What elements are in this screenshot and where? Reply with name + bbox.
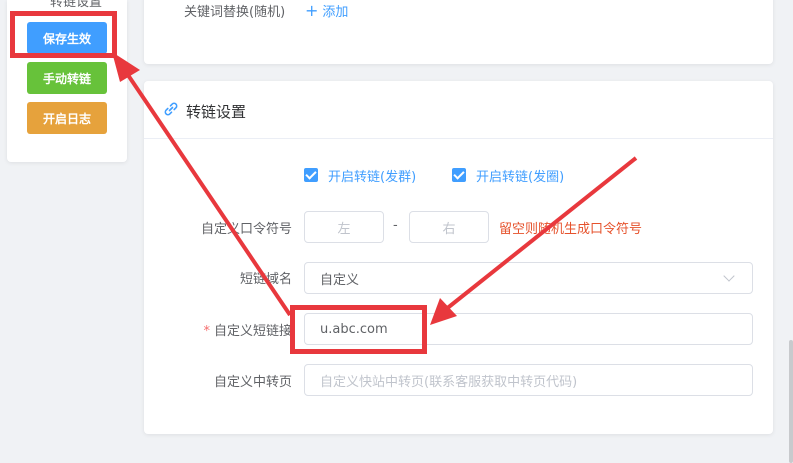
token-hint: 留空则随机生成口令符号 (499, 222, 643, 237)
card-title: 转链设置 (186, 103, 247, 121)
scrollbar[interactable] (789, 340, 793, 463)
group-convert-checkbox[interactable] (304, 168, 318, 182)
side-panel-title: 转链设置 (50, 0, 103, 10)
enable-log-button[interactable]: 开启日志 (27, 102, 107, 134)
token-left-input[interactable]: 左 (304, 211, 384, 243)
chevron-down-icon (723, 270, 735, 282)
token-right-input[interactable]: 右 (409, 211, 489, 243)
short-domain-select[interactable]: 自定义 (304, 262, 753, 294)
manual-convert-button[interactable]: 手动转链 (27, 62, 107, 94)
group-convert-label[interactable]: 开启转链(发群) (328, 166, 416, 185)
token-symbol-label: 自定义口令符号 (200, 222, 292, 237)
card-header-divider (144, 138, 773, 139)
plus-icon: + (305, 0, 319, 20)
middle-page-input[interactable]: 自定义快站中转页(联系客服获取中转页代码) (304, 364, 753, 396)
short-link-label: * 自定义短链接 (152, 320, 292, 339)
middle-page-label: 自定义中转页 (213, 375, 292, 390)
add-keyword-link[interactable]: + 添加 (305, 1, 348, 20)
save-button-highlight (10, 11, 117, 58)
short-link-highlight (290, 305, 427, 354)
moments-convert-label[interactable]: 开启转链(发圈) (476, 166, 564, 185)
short-domain-value: 自定义 (320, 272, 360, 288)
range-dash: - (393, 218, 398, 233)
short-link-label-text: 自定义短链接 (213, 324, 292, 339)
add-keyword-label: 添加 (322, 5, 349, 20)
short-domain-label: 短链域名 (239, 272, 292, 287)
required-star: * (203, 324, 210, 339)
keyword-replace-label: 关键词替换(随机) (184, 5, 286, 20)
moments-convert-checkbox[interactable] (452, 168, 466, 182)
link-icon (164, 102, 178, 116)
